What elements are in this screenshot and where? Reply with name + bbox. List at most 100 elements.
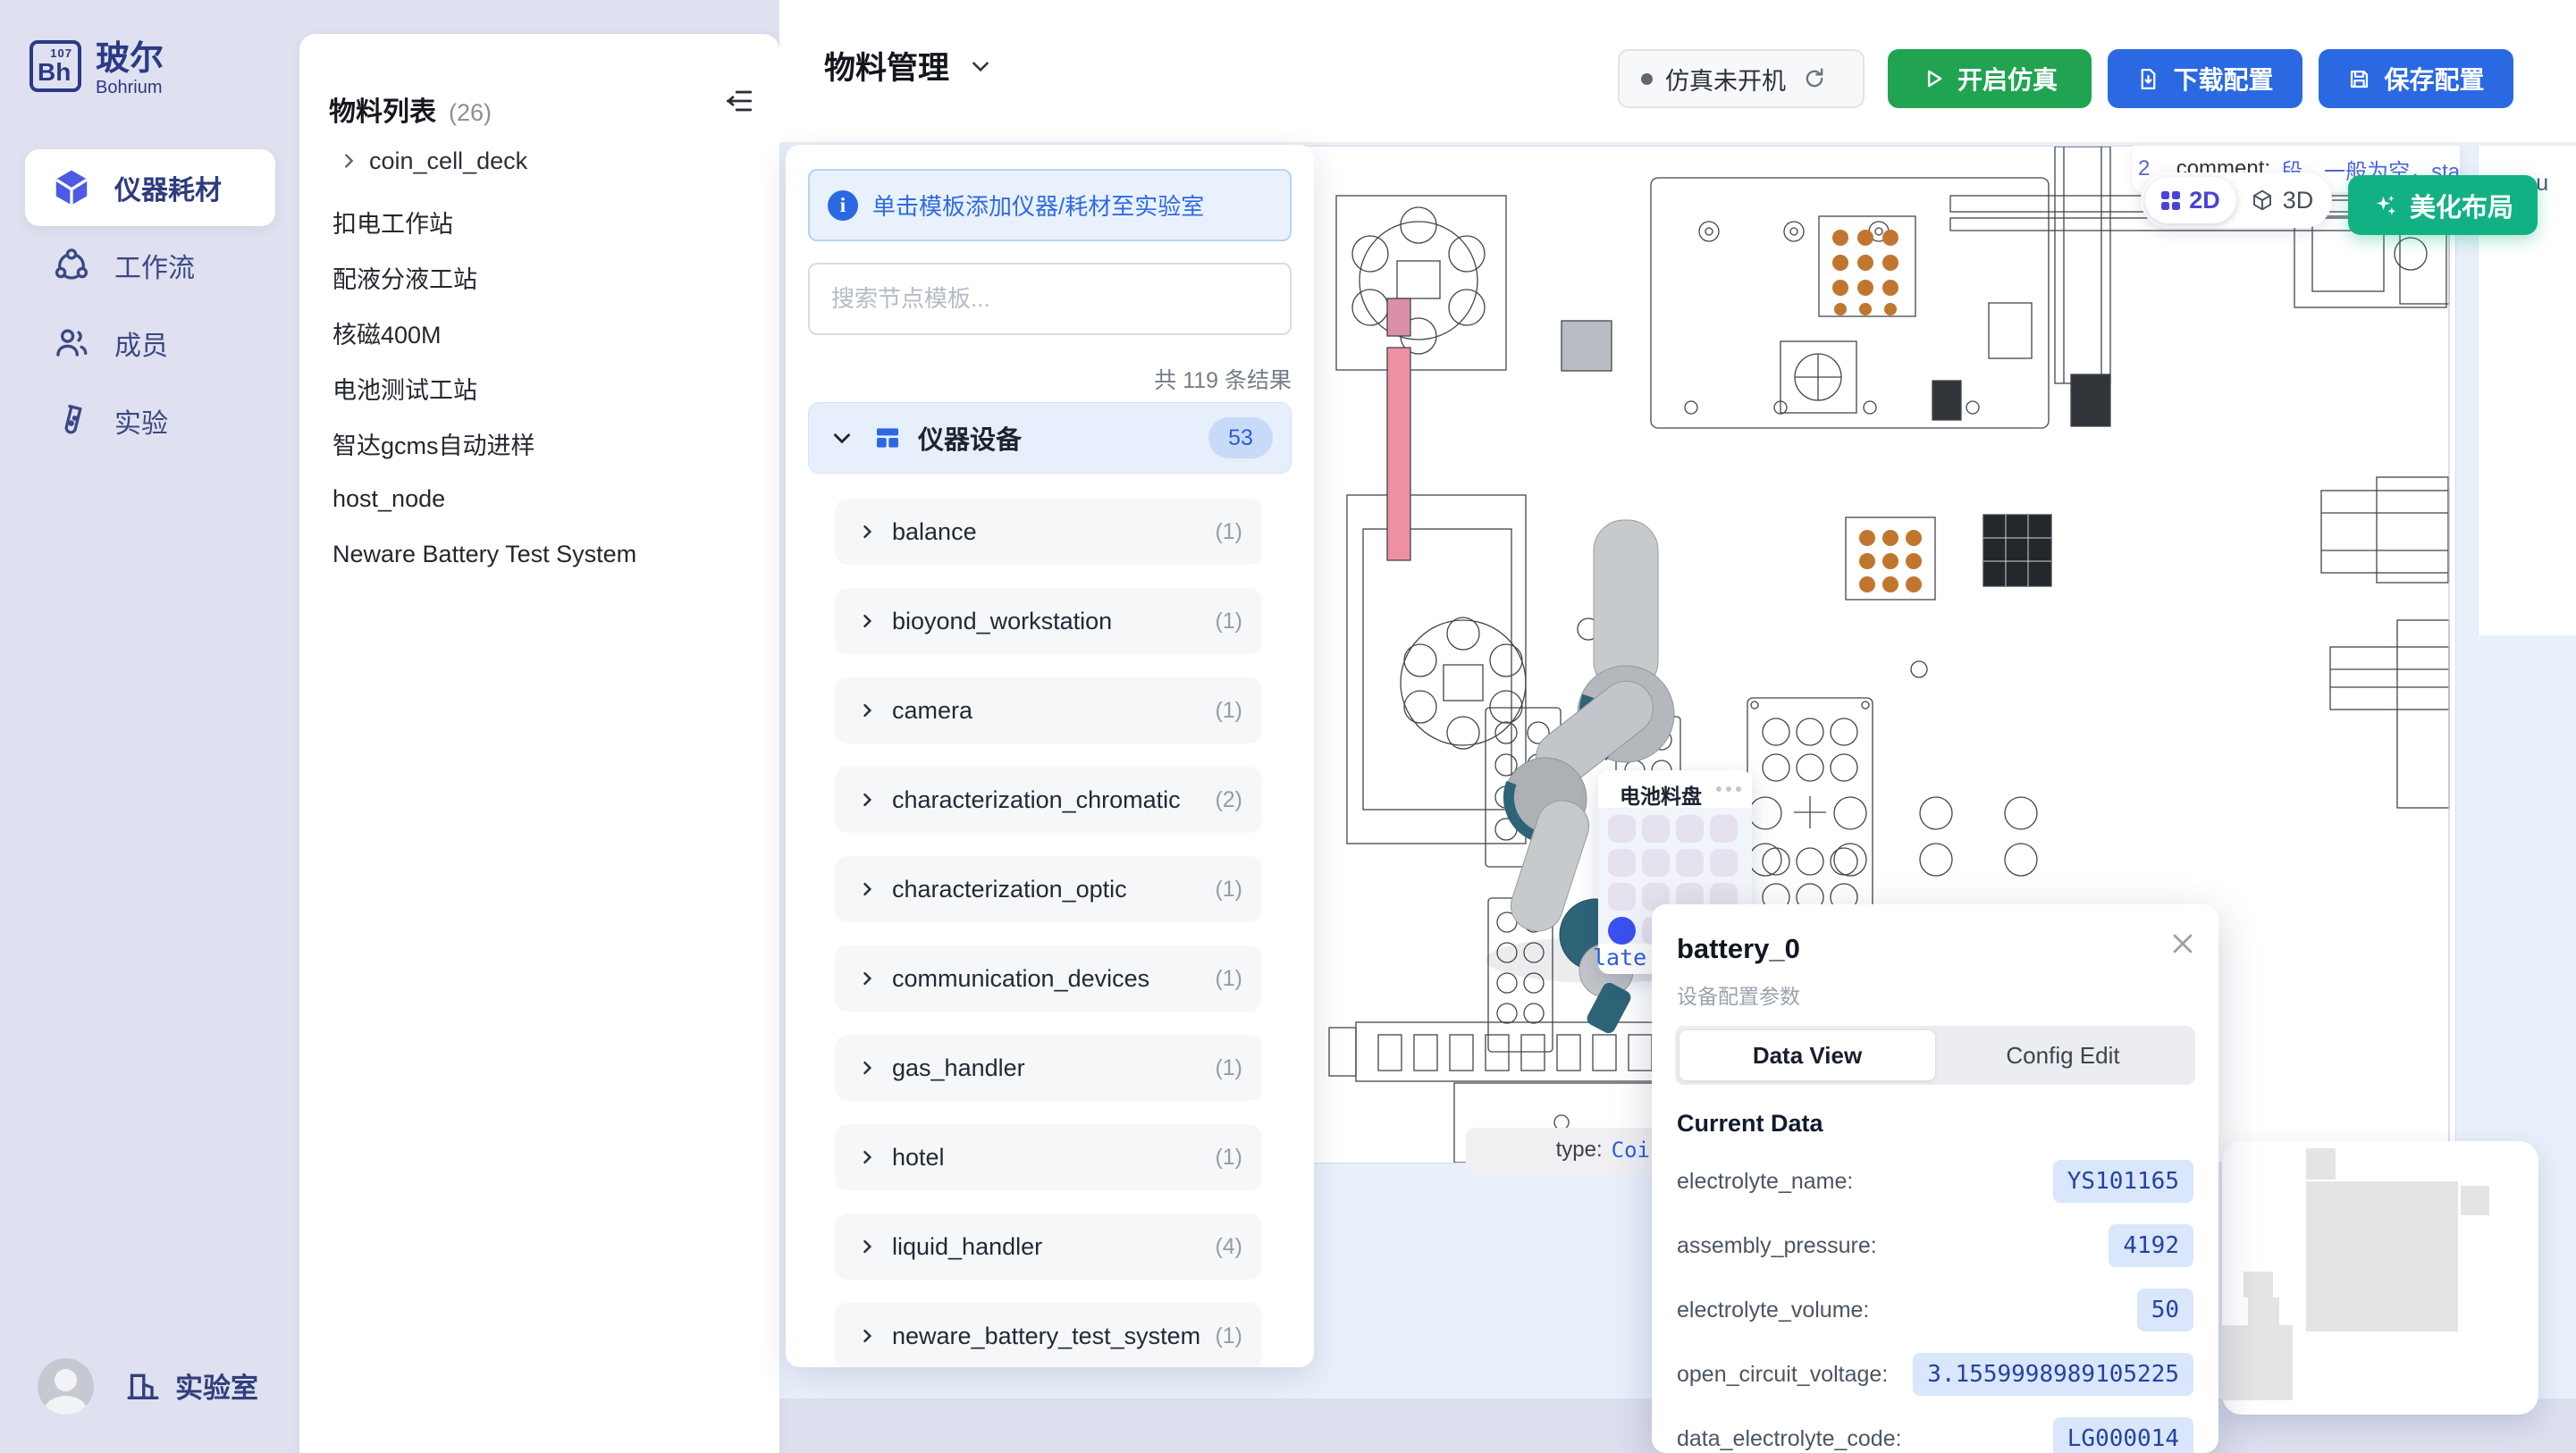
template-item-count: (1) xyxy=(1215,609,1242,634)
tray-slot[interactable] xyxy=(1676,849,1704,877)
chevron-right-icon xyxy=(858,1238,876,1256)
start-simulation-button[interactable]: 开启仿真 xyxy=(1888,49,2092,108)
group-instrument-devices[interactable]: 仪器设备 53 xyxy=(808,402,1292,474)
template-item-bioyond-workstation[interactable]: bioyond_workstation (1) xyxy=(835,588,1262,654)
chevron-right-icon xyxy=(858,970,876,987)
refresh-icon[interactable] xyxy=(1802,66,1827,91)
info-icon: i xyxy=(828,190,858,221)
beautify-layout-button[interactable]: 美化布局 xyxy=(2348,175,2538,235)
play-icon xyxy=(1922,67,1945,90)
material-item-label: host_node xyxy=(333,485,445,513)
material-item-label: 电池测试工站 xyxy=(333,371,477,406)
tab-config-edit[interactable]: Config Edit xyxy=(1935,1030,2191,1080)
download-config-button[interactable]: 下载配置 xyxy=(2108,49,2302,108)
template-item-camera[interactable]: camera (1) xyxy=(835,677,1262,743)
template-item-liquid-handler[interactable]: liquid_handler (4) xyxy=(835,1214,1262,1280)
simulation-status-pill[interactable]: 仿真未开机 xyxy=(1618,49,1865,108)
template-item-neware-battery-test-system[interactable]: neware_battery_test_system (1) xyxy=(835,1303,1262,1367)
tray-slot[interactable] xyxy=(1710,849,1738,877)
materials-title: 物料列表 xyxy=(329,89,436,129)
template-item-balance[interactable]: balance (1) xyxy=(835,499,1262,565)
chevron-right-icon xyxy=(858,1059,876,1077)
tray-slot-selected[interactable] xyxy=(1608,917,1636,945)
tray-slot[interactable] xyxy=(1642,815,1670,843)
data-key: assembly_pressure: xyxy=(1677,1233,1877,1259)
chevron-right-icon xyxy=(339,151,358,171)
template-panel: i 单击模板添加仪器/耗材至实验室 共 119 条结果 仪器设备 53 bala… xyxy=(786,145,1314,1367)
chevron-right-icon xyxy=(858,1148,876,1166)
minimap-shape xyxy=(2461,1186,2489,1215)
template-item-count: (1) xyxy=(1215,1055,1242,1081)
minimap-shape xyxy=(2248,1298,2279,1325)
minimap-shape xyxy=(2222,1325,2293,1400)
tray-slot[interactable] xyxy=(1676,815,1704,843)
material-item[interactable]: 配液分液工站 xyxy=(299,257,779,297)
template-item-label: neware_battery_test_system xyxy=(892,1323,1200,1350)
close-icon[interactable] xyxy=(2167,928,2199,960)
template-item-gas-handler[interactable]: gas_handler (1) xyxy=(835,1035,1262,1101)
template-item-label: balance xyxy=(892,518,977,546)
view-3d-label: 3D xyxy=(2283,187,2314,214)
save-config-button[interactable]: 保存配置 xyxy=(2319,49,2513,108)
material-item-label: 智达gcms自动进样 xyxy=(333,426,535,461)
banner-text: 单击模板添加仪器/耗材至实验室 xyxy=(872,189,1204,222)
template-item-count: (2) xyxy=(1215,787,1242,813)
data-row: electrolyte_name: YS101165 xyxy=(1677,1160,2193,1203)
avatar[interactable] xyxy=(38,1358,94,1415)
sidebar-item-members[interactable]: 成员 xyxy=(25,305,275,382)
view-3d-button[interactable]: 3D xyxy=(2236,177,2328,223)
status-text: 仿真未开机 xyxy=(1665,62,1786,97)
template-item-characterization-chromatic[interactable]: characterization_chromatic (2) xyxy=(835,767,1262,833)
more-options-icon[interactable] xyxy=(1716,786,1741,792)
page-title-dropdown[interactable]: 物料管理 xyxy=(824,43,992,88)
tray-slot[interactable] xyxy=(1642,849,1670,877)
tab-data-view[interactable]: Data View xyxy=(1679,1030,1935,1080)
brand-name-zh: 玻尔 xyxy=(96,40,164,78)
tray-title: 电池料盘 xyxy=(1620,779,1702,810)
tray-slot[interactable] xyxy=(1608,883,1636,911)
download-file-icon xyxy=(2136,67,2160,91)
sidebar-item-instruments[interactable]: 仪器耗材 xyxy=(25,149,275,226)
cube-icon xyxy=(52,168,91,207)
sidebar-item-experiments[interactable]: 实验 xyxy=(25,382,275,459)
data-value: 4192 xyxy=(2109,1224,2193,1267)
grid-2d-icon xyxy=(2161,191,2180,210)
search-input[interactable] xyxy=(808,263,1292,335)
data-value: 50 xyxy=(2137,1289,2193,1331)
template-item-hotel[interactable]: hotel (1) xyxy=(835,1124,1262,1190)
data-row: assembly_pressure: 4192 xyxy=(1677,1224,2193,1267)
tray-slot[interactable] xyxy=(1710,815,1738,843)
chevron-right-icon xyxy=(858,523,876,541)
material-item[interactable]: host_node xyxy=(299,479,779,518)
device-grid-icon xyxy=(873,424,902,452)
material-item[interactable]: 电池测试工站 xyxy=(299,368,779,407)
material-item[interactable]: coin_cell_deck xyxy=(299,141,779,181)
data-row: open_circuit_voltage: 3.1559998989105225 xyxy=(1677,1353,2193,1396)
materials-count: (26) xyxy=(449,99,492,127)
template-item-communication-devices[interactable]: communication_devices (1) xyxy=(835,945,1262,1012)
material-item[interactable]: Neware Battery Test System xyxy=(299,534,779,574)
material-item[interactable]: 核磁400M xyxy=(299,313,779,352)
chevron-right-icon xyxy=(858,1327,876,1345)
brand-logo: 107 Bh 玻尔 Bohrium xyxy=(29,40,164,98)
lab-label: 实验室 xyxy=(175,1365,258,1406)
material-item[interactable]: 智达gcms自动进样 xyxy=(299,424,779,463)
cube-3d-icon xyxy=(2251,189,2274,212)
template-item-label: liquid_handler xyxy=(892,1233,1042,1261)
collapse-list-icon[interactable] xyxy=(724,86,754,116)
sidebar-item-workflow[interactable]: 工作流 xyxy=(25,227,275,304)
materials-panel: 物料列表 (26) coin_cell_deck 扣电工作站 配液分液工站 核磁… xyxy=(299,34,779,1453)
main-area: esou 2 _comment: 段，一般为空，stat 2D 3D 美化布局 … xyxy=(779,0,2576,1453)
material-item[interactable]: 扣电工作站 xyxy=(299,202,779,241)
template-item-label: characterization_optic xyxy=(892,876,1127,903)
sidebar-item-label: 实验 xyxy=(114,401,168,441)
save-config-label: 保存配置 xyxy=(2384,61,2484,97)
view-2d-button[interactable]: 2D xyxy=(2145,177,2236,223)
lab-entry[interactable]: 实验室 xyxy=(125,1365,258,1406)
tray-slot[interactable] xyxy=(1608,849,1636,877)
minimap-panel[interactable] xyxy=(2222,1141,2538,1415)
comment-row-index: 2 xyxy=(2138,156,2150,181)
template-item-characterization-optic[interactable]: characterization_optic (1) xyxy=(835,856,1262,922)
chevron-right-icon xyxy=(858,791,876,809)
tray-slot[interactable] xyxy=(1608,815,1636,843)
